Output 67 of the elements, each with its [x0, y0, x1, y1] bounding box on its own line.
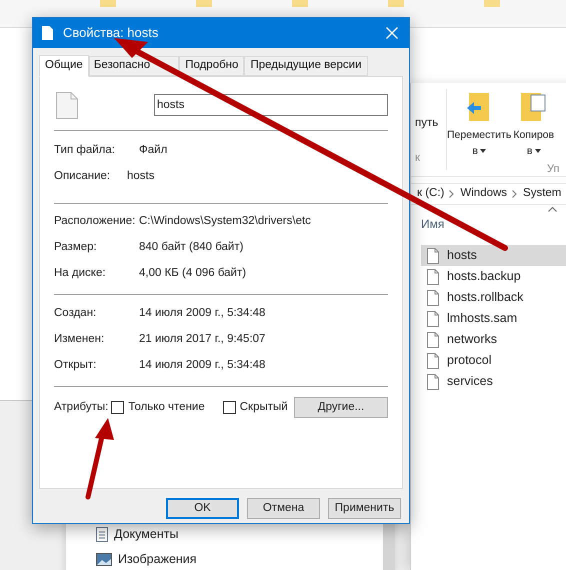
close-button[interactable]	[385, 26, 399, 40]
file-name-field[interactable]: hosts	[154, 94, 388, 116]
file-icon	[56, 92, 78, 118]
property-label: Изменен:	[54, 332, 106, 348]
chevron-icon	[512, 190, 518, 198]
tab[interactable]: Общие	[39, 55, 89, 77]
ribbon-button[interactable]: Копиров в	[513, 93, 554, 159]
file-icon	[427, 332, 439, 348]
file-row[interactable]: hosts.rollback	[421, 287, 566, 308]
property-label: Открыт:	[54, 358, 98, 374]
property-value: Файл	[139, 143, 168, 158]
file-row[interactable]: lmhosts.sam	[421, 308, 566, 329]
property-value: 14 июля 2009 г., 5:34:48	[139, 358, 266, 374]
chevron-icon	[449, 190, 454, 198]
attributes-label: Атрибуты:	[54, 400, 108, 415]
tab[interactable]: Предыдущие версии	[244, 56, 368, 76]
property-value: 21 июля 2017 г., 9:45:07	[139, 332, 266, 348]
checkbox[interactable]	[222, 401, 236, 414]
file-row[interactable]: protocol	[421, 350, 566, 371]
nav-item[interactable]: Изображения	[96, 550, 197, 568]
property-value: 4,00 КБ (4 096 байт)	[139, 266, 246, 282]
image-icon	[96, 552, 112, 566]
copy-folder-icon	[520, 93, 547, 121]
sort-caret-icon	[548, 207, 557, 212]
column-header[interactable]: Имя	[421, 215, 566, 233]
file-icon	[427, 268, 439, 284]
ribbon-label: путь	[415, 116, 440, 131]
file-icon	[427, 352, 439, 368]
file-row[interactable]: networks	[421, 329, 566, 350]
caret-icon	[480, 149, 486, 153]
file-row[interactable]: hosts	[421, 245, 566, 266]
breadcrumb-item[interactable]: Windows	[460, 185, 508, 203]
property-value: C:\Windows\System32\drivers\etc	[139, 214, 311, 230]
property-label: Размер:	[54, 240, 98, 256]
property-value: hosts	[127, 169, 154, 184]
ribbon-label: к	[415, 151, 422, 166]
file-icon	[42, 26, 53, 40]
property-value: 14 июля 2009 г., 5:34:48	[139, 306, 266, 322]
file-icon	[427, 310, 439, 326]
file-row[interactable]: hosts.backup	[421, 266, 566, 287]
caret-icon	[534, 149, 540, 153]
file-icon	[427, 290, 439, 306]
property-label: Расположение:	[54, 214, 136, 230]
property-value: 840 байт (840 байт)	[139, 240, 244, 256]
breadcrumb-item[interactable]: System	[523, 185, 562, 203]
property-label: На диске:	[54, 266, 107, 282]
file-icon	[427, 374, 439, 390]
file-icon	[427, 248, 439, 264]
nav-item[interactable]: Документы	[96, 525, 178, 544]
property-label: Тип файла:	[54, 143, 116, 158]
tab[interactable]: Подробно	[179, 56, 244, 76]
file-row[interactable]: services	[421, 371, 566, 392]
window-title: Свойства: hosts	[63, 24, 158, 42]
close-icon	[386, 27, 398, 39]
checkbox-label: Только чтение	[128, 400, 205, 415]
property-label: Описание:	[54, 169, 112, 184]
ribbon-group-label: Уп	[547, 162, 560, 177]
dialog-button[interactable]: Применить	[328, 498, 401, 519]
advanced-button[interactable]: Другие...	[294, 397, 388, 418]
dialog-button[interactable]: Отмена	[247, 498, 320, 519]
ribbon-button[interactable]: Переместить в	[447, 93, 512, 159]
property-label: Создан:	[54, 306, 98, 322]
breadcrumb-item[interactable]: к (C:)	[417, 185, 444, 203]
checkbox[interactable]	[111, 401, 124, 414]
document-icon	[96, 526, 108, 542]
dialog-button[interactable]: OK	[166, 498, 239, 519]
checkbox-label: Скрытый	[240, 400, 288, 415]
